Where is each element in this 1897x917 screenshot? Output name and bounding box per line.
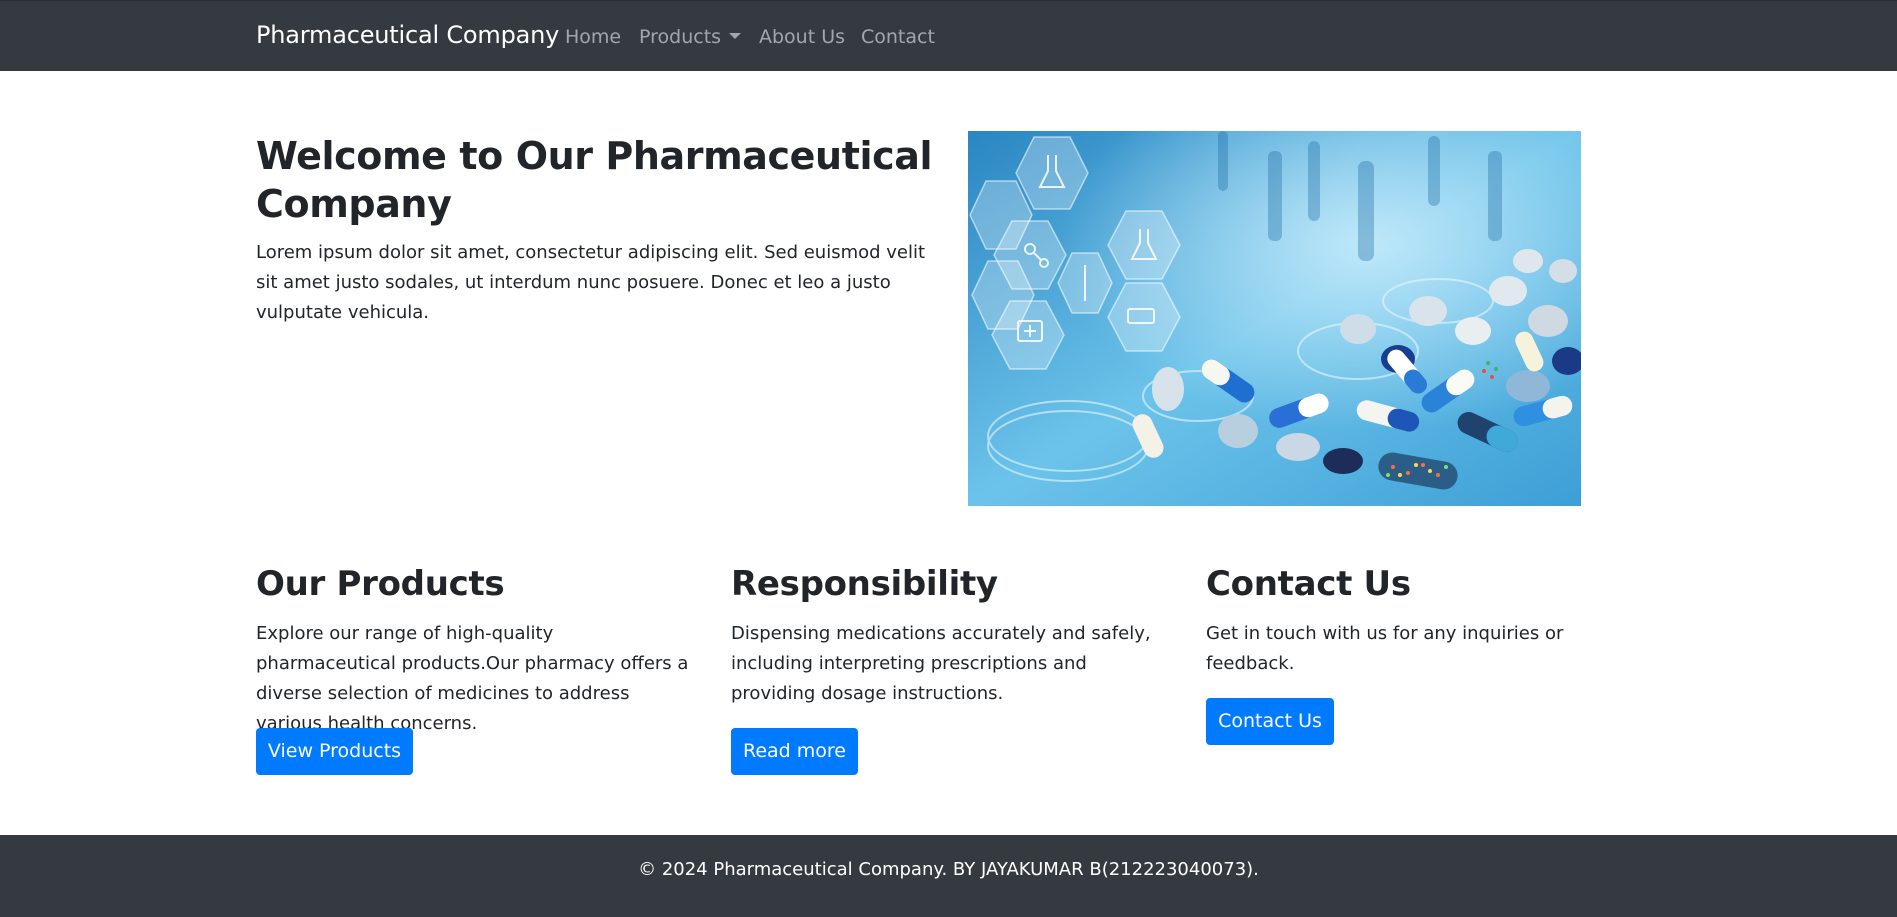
products-text: Explore our range of high-quality pharma… bbox=[256, 623, 689, 734]
read-more-button[interactable]: Read more bbox=[731, 728, 858, 775]
responsibility-text: Dispensing medications accurately and sa… bbox=[731, 623, 1151, 704]
nav-dropdown-products[interactable]: Products bbox=[639, 26, 742, 48]
hero-text: Lorem ipsum dolor sit amet, consectetur … bbox=[256, 242, 926, 323]
nav-link-home[interactable]: Home bbox=[565, 26, 621, 48]
footer-copyright: © 2024 Pharmaceutical Company. BY JAYAKU… bbox=[638, 859, 1259, 880]
caret-down-icon bbox=[729, 33, 742, 39]
navbar: Pharmaceutical Company Home Products Abo… bbox=[0, 0, 1897, 71]
responsibility-heading: Responsibility bbox=[731, 564, 998, 604]
contact-us-button[interactable]: Contact Us bbox=[1206, 698, 1334, 745]
nav-link-contact[interactable]: Contact bbox=[861, 26, 935, 48]
contact-text: Get in touch with us for any inquiries o… bbox=[1206, 623, 1564, 674]
nav-link-products-label: Products bbox=[639, 26, 722, 48]
navbar-brand[interactable]: Pharmaceutical Company bbox=[256, 21, 559, 49]
products-heading: Our Products bbox=[256, 564, 505, 604]
contact-heading: Contact Us bbox=[1206, 564, 1411, 604]
hero-title: Welcome to Our Pharmaceutical Company bbox=[256, 134, 933, 226]
nav-link-about-us[interactable]: About Us bbox=[759, 26, 845, 48]
hero-image-pills bbox=[968, 131, 1581, 506]
footer: © 2024 Pharmaceutical Company. BY JAYAKU… bbox=[0, 835, 1897, 917]
view-products-button[interactable]: View Products bbox=[256, 728, 413, 775]
